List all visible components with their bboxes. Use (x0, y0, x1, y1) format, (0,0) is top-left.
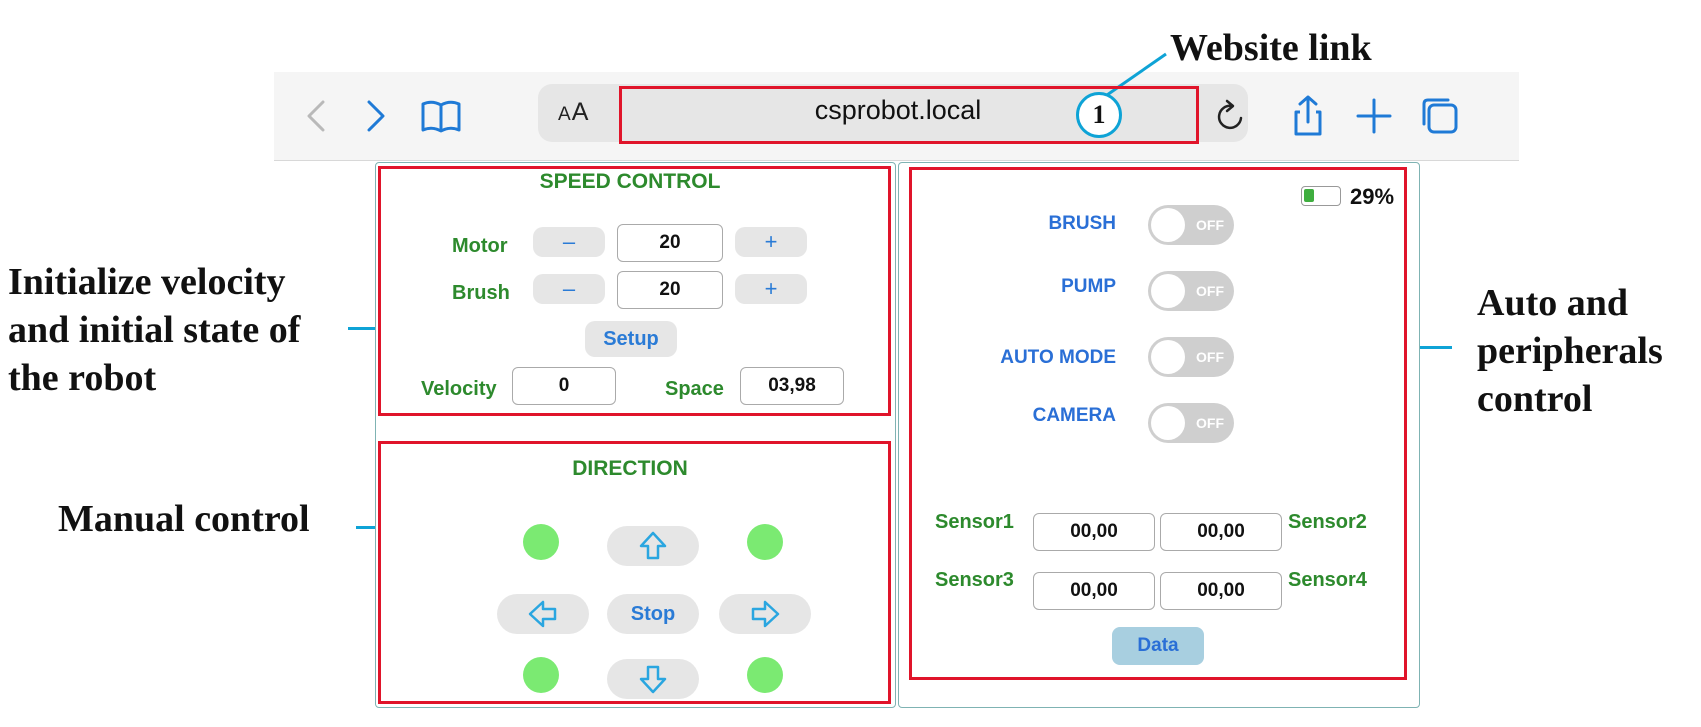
left-button[interactable] (497, 594, 589, 634)
reload-icon[interactable] (1208, 94, 1252, 138)
brush-speed-label: Brush (452, 282, 510, 304)
toggle-label-auto-mode: AUTO MODE (1000, 347, 1116, 368)
camera-toggle-state: OFF (1196, 415, 1224, 431)
battery-fill (1304, 189, 1314, 202)
arrow-down-icon (639, 665, 667, 694)
annotation-initialize: Initialize velocity and initial state of… (8, 258, 348, 402)
auto-mode-toggle[interactable]: OFF (1148, 337, 1234, 377)
pump-toggle[interactable]: OFF (1148, 271, 1234, 311)
toggle-label-brush: BRUSH (1048, 213, 1116, 234)
annotation-initialize-line-1: Initialize velocity (8, 261, 286, 303)
velocity-value-field: 0 (512, 367, 616, 405)
sensor1-label: Sensor1 (935, 511, 1014, 533)
annotation-auto-line-3: control (1477, 378, 1593, 420)
battery-icon (1301, 186, 1341, 206)
motor-value-field[interactable]: 20 (617, 224, 723, 262)
annotation-auto-line-1: Auto and (1477, 282, 1628, 324)
annotation-initialize-line-2: and initial state of (8, 309, 301, 351)
direction-led-top-left (523, 524, 559, 560)
forward-button[interactable] (607, 526, 699, 566)
sensor2-label: Sensor2 (1288, 511, 1367, 533)
tabs-icon[interactable] (1418, 94, 1462, 138)
annotation-auto-line-2: peripherals (1477, 330, 1663, 372)
toggle-label-camera: CAMERA (1032, 405, 1116, 426)
sensor4-value-field: 00,00 (1160, 572, 1282, 610)
forward-icon[interactable] (354, 94, 398, 138)
backward-button[interactable] (607, 659, 699, 699)
space-label: Space (665, 378, 724, 400)
brush-value-field[interactable]: 20 (617, 271, 723, 309)
stop-button[interactable]: Stop (607, 594, 699, 634)
annotation-auto-peripherals: Auto and peripherals control (1477, 279, 1701, 423)
sensor2-value-field: 00,00 (1160, 513, 1282, 551)
direction-led-bottom-left (523, 657, 559, 693)
motor-minus-button[interactable]: – (533, 227, 605, 257)
reader-text-size-button[interactable]: AA (558, 98, 589, 127)
back-icon[interactable] (296, 94, 340, 138)
callout-1: 1 (1076, 92, 1122, 138)
setup-button[interactable]: Setup (585, 321, 677, 357)
brush-toggle[interactable]: OFF (1148, 205, 1234, 245)
pump-toggle-state: OFF (1196, 283, 1224, 299)
brush-minus-button[interactable]: – (533, 274, 605, 304)
sensor3-value-field: 00,00 (1033, 572, 1155, 610)
arrow-right-icon (751, 600, 780, 628)
velocity-label: Velocity (421, 378, 497, 400)
space-value-field: 03,98 (740, 367, 844, 405)
arrow-left-icon (528, 600, 557, 628)
battery-percent: 29% (1350, 184, 1395, 209)
sensor4-label: Sensor4 (1288, 569, 1367, 591)
right-button[interactable] (719, 594, 811, 634)
motor-plus-button[interactable]: + (735, 227, 807, 257)
brush-toggle-state: OFF (1196, 217, 1224, 233)
direction-title: DIRECTION (572, 457, 688, 480)
bookmarks-icon[interactable] (419, 94, 463, 138)
motor-label: Motor (452, 235, 508, 257)
share-icon[interactable] (1286, 94, 1330, 138)
speed-control-title: SPEED CONTROL (539, 170, 721, 193)
annotation-website-link: Website link (1170, 27, 1372, 69)
annotation-initialize-line-3: the robot (8, 357, 157, 399)
new-tab-icon[interactable] (1352, 94, 1396, 138)
data-button[interactable]: Data (1112, 627, 1204, 665)
direction-led-bottom-right (747, 657, 783, 693)
sensor1-value-field: 00,00 (1033, 513, 1155, 551)
sensor3-label: Sensor3 (935, 569, 1014, 591)
auto-mode-toggle-state: OFF (1196, 349, 1224, 365)
toggle-label-pump: PUMP (1061, 276, 1116, 297)
annotation-manual-control: Manual control (58, 498, 310, 540)
arrow-up-icon (639, 531, 667, 560)
brush-plus-button[interactable]: + (735, 274, 807, 304)
camera-toggle[interactable]: OFF (1148, 403, 1234, 443)
direction-led-top-right (747, 524, 783, 560)
